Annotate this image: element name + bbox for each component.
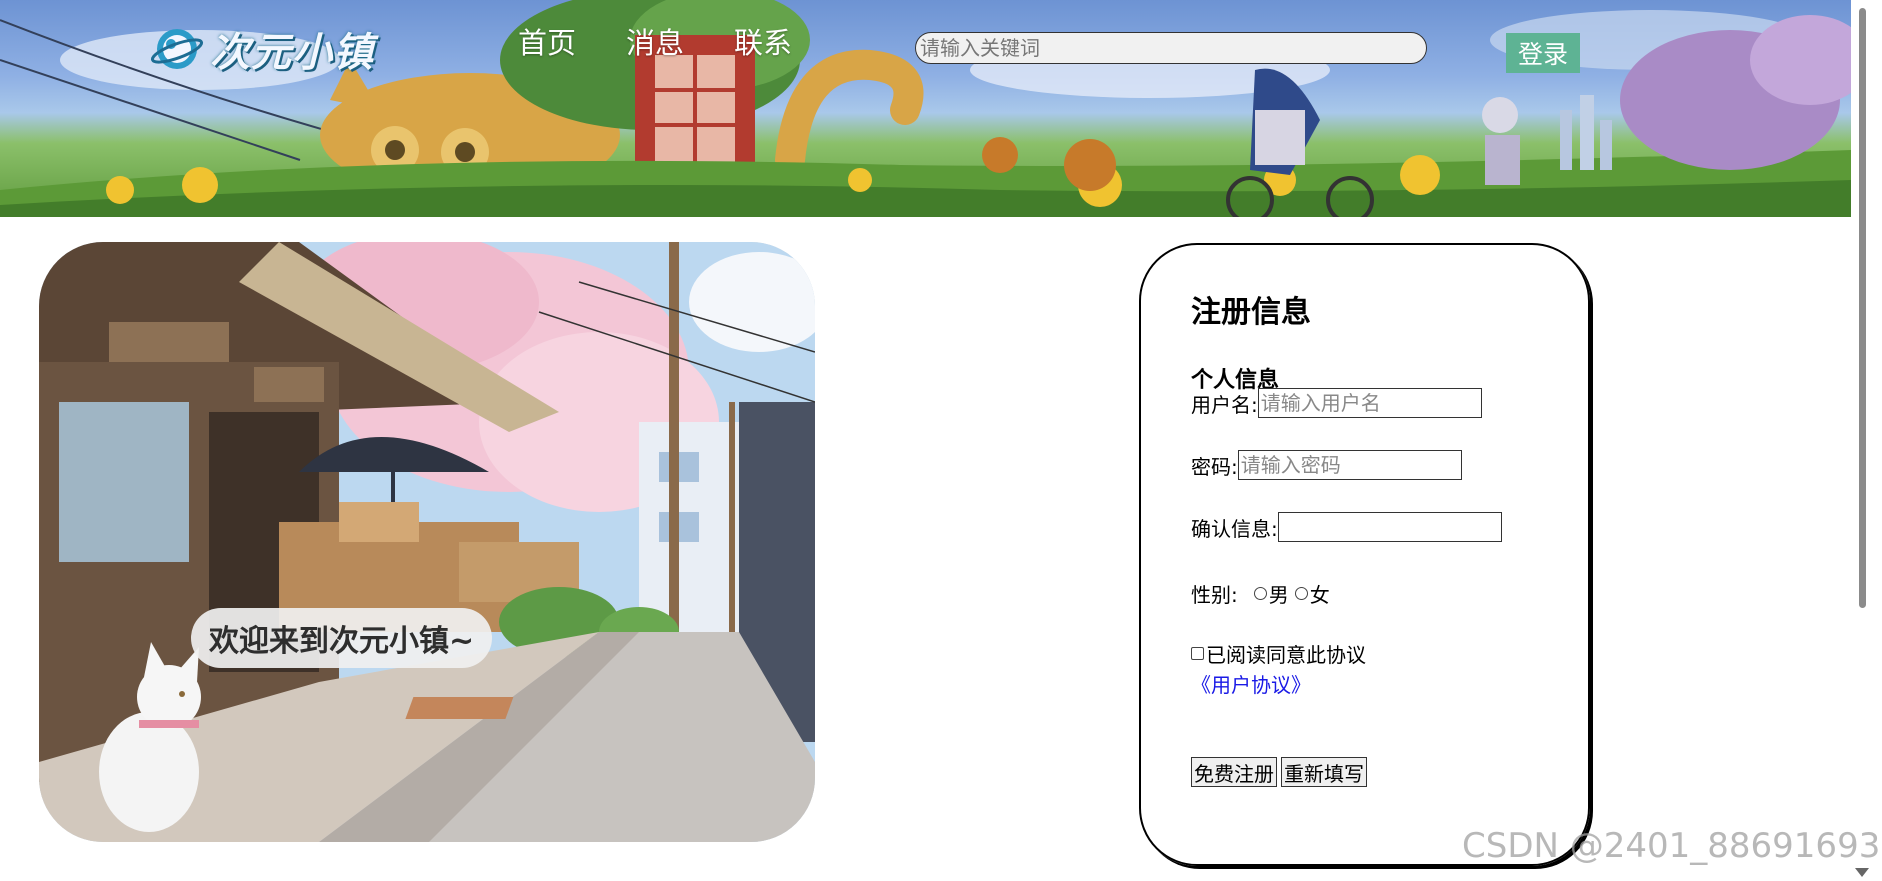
watermark: CSDN @2401_88691693 <box>1462 826 1881 866</box>
main-nav: 首页 消息 联系 <box>518 20 842 62</box>
agree-label: 已阅读同意此协议 <box>1206 643 1366 667</box>
agree-checkbox[interactable] <box>1191 647 1204 660</box>
nav-contact[interactable]: 联系 <box>734 20 792 62</box>
register-button[interactable]: 免费注册 <box>1191 757 1277 787</box>
reset-button[interactable]: 重新填写 <box>1281 757 1367 787</box>
login-button[interactable]: 登录 <box>1506 33 1580 73</box>
registration-title: 注册信息 <box>1191 295 1311 330</box>
confirm-label: 确认信息: <box>1191 516 1278 541</box>
password-row: 密码: <box>1191 450 1462 480</box>
password-field[interactable] <box>1237 450 1462 480</box>
search-input[interactable] <box>915 32 1427 64</box>
gender-male-label: 男 <box>1268 583 1289 607</box>
form-actions: 免费注册 重新填写 <box>1191 757 1371 787</box>
scroll-down-arrow-icon[interactable] <box>1855 868 1869 877</box>
gender-label: 性别: <box>1191 583 1238 607</box>
nav-messages[interactable]: 消息 <box>626 20 684 62</box>
gender-male-radio[interactable] <box>1253 587 1267 600</box>
site-logo[interactable]: 次元小镇 <box>150 24 394 76</box>
header-banner: 次元小镇 首页 消息 联系 登录 <box>0 0 1851 217</box>
confirm-field[interactable] <box>1277 512 1502 542</box>
agree-row: 已阅读同意此协议 <box>1191 639 1366 668</box>
username-label: 用户名: <box>1191 392 1258 417</box>
welcome-bubble: 欢迎来到次元小镇~ <box>191 608 493 668</box>
logo-text: 次元小镇 <box>210 30 374 76</box>
confirm-row: 确认信息: <box>1191 512 1502 542</box>
street-illustration <box>39 242 815 842</box>
user-agreement-link[interactable]: 《用户协议》 <box>1191 669 1311 698</box>
gender-female-radio[interactable] <box>1294 587 1308 600</box>
password-label: 密码: <box>1191 454 1238 479</box>
scroll-thumb[interactable] <box>1859 8 1866 608</box>
gender-female-label: 女 <box>1309 583 1330 607</box>
hero-image: 欢迎来到次元小镇~ <box>39 242 815 842</box>
username-row: 用户名: <box>1191 388 1482 418</box>
username-field[interactable] <box>1257 388 1482 418</box>
gender-row: 性别: 男 女 <box>1191 579 1330 608</box>
planet-icon <box>150 29 204 69</box>
page-scrollbar[interactable] <box>1851 0 1882 881</box>
nav-home[interactable]: 首页 <box>518 20 576 62</box>
registration-panel: 注册信息 个人信息 用户名: 密码: 确认信息: 性别: 男 女 已阅读同意此协… <box>1139 243 1590 866</box>
